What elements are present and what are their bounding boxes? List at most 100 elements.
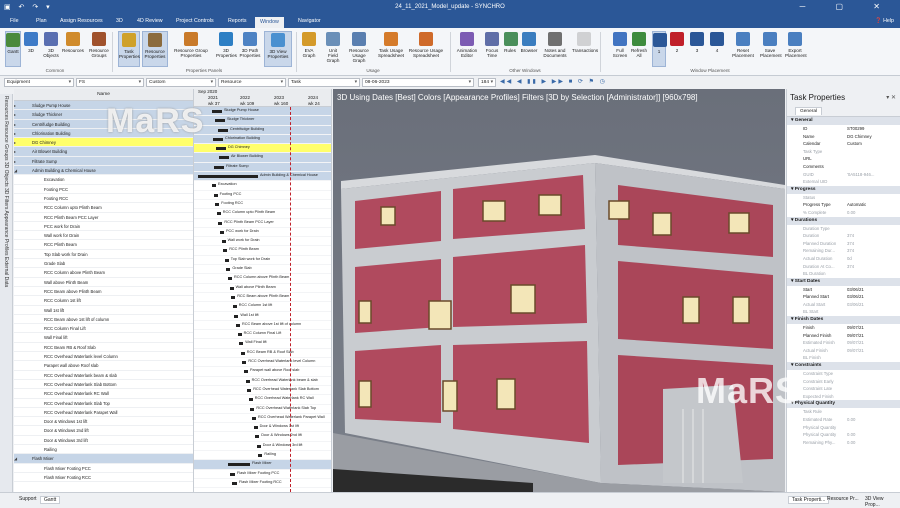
gantt-bar[interactable] [221,240,226,244]
property-section-header[interactable]: ▾ Progress [787,185,900,194]
property-row[interactable]: URL [787,155,900,163]
property-value[interactable]: 374 [847,232,854,240]
task-row[interactable]: Grade Slab [14,259,193,269]
gantt-bar[interactable] [230,472,235,476]
property-row[interactable]: Estimated Finish 09/07/21 [787,339,900,347]
tab-support[interactable]: Support [16,496,40,502]
tab-4d-review[interactable]: 4D Review [137,18,163,24]
custom-select[interactable]: Custom [146,78,216,87]
tab-3d-view-properties[interactable]: 3D View Prop... [862,496,900,508]
property-row[interactable]: Actual Duration 0d [787,255,900,263]
expand-icon[interactable]: ◢ [14,166,22,174]
side-tabs[interactable]: Resources Resource Groups 3D Objects 3D … [0,94,13,492]
property-section-header[interactable]: ▾ Start Dates [787,277,900,286]
property-row[interactable]: External UID [787,178,900,186]
expand-icon[interactable]: ◢ [14,454,22,462]
task-row[interactable]: Door & Windows 3rd lift [14,436,193,445]
task-row[interactable]: RCC Overhead Waterlank Slab Top [14,399,193,408]
property-value[interactable]: 0.00 [847,431,855,439]
task-row[interactable]: Wall 1st lift [14,306,193,315]
gantt-bar[interactable] [239,342,244,346]
ribbon-button-rules[interactable]: Rules [504,31,518,67]
task-row[interactable]: Door & Windows 1st lift [14,417,193,427]
building-model[interactable] [333,89,785,492]
gantt-bar[interactable] [216,212,221,216]
property-value[interactable]: Automatic [847,201,866,209]
ribbon-button-resource-properties[interactable]: Resource Properties [142,31,168,67]
gantt-bar[interactable] [219,156,229,160]
gantt-bar[interactable] [198,175,258,179]
ribbon-button-reset-placement[interactable]: Reset Placement [730,31,756,67]
gantt-bar[interactable] [252,416,256,420]
gantt-bar[interactable] [218,128,228,132]
property-row[interactable]: % Complete 0.00 [787,209,900,217]
gantt-bar[interactable] [224,258,229,262]
property-row[interactable]: Expected Finish [787,393,900,401]
ribbon-button-save-placement[interactable]: Save Placement [760,31,782,67]
gantt-bar[interactable] [229,286,234,290]
gantt-bar[interactable] [240,351,245,355]
ribbon-button-browser[interactable]: Browser [520,31,538,67]
gantt-bar[interactable] [245,379,250,383]
ribbon-button-full-screen[interactable]: Full Screen [612,31,628,67]
property-row[interactable]: Remaining Phy... 0.00 [787,439,900,447]
property-value[interactable]: 09/07/21 [847,347,864,355]
expand-icon[interactable]: ▸ [14,129,22,137]
gantt-bar[interactable] [218,221,223,225]
task-row[interactable]: RCC Beam RB & Roof Slab [14,343,193,353]
tab-navigator[interactable]: Navigator [298,18,321,24]
tab-plan[interactable]: Plan [36,18,47,24]
task-row[interactable]: RCC Column upto Plinth Beam [14,203,193,213]
tab-assign-resources[interactable]: Assign Resources [60,18,103,24]
gantt-bar[interactable] [215,119,225,123]
gantt-bar[interactable] [220,230,224,234]
property-value[interactable]: '0A5118-946... [847,171,875,179]
task-row[interactable]: ▸ Air Blower Building [14,147,193,157]
property-value[interactable]: 374 [847,247,854,255]
ribbon-button-eva-graph[interactable]: EVA Graph [298,31,320,67]
tab-window[interactable]: Window [255,17,284,28]
gantt-bar[interactable] [234,314,239,318]
equipment-select[interactable]: Equipment [4,78,74,87]
property-row[interactable]: Duration 374 [787,232,900,240]
task-row[interactable]: PCC work for Drain [14,222,193,232]
tab-general[interactable]: General [795,107,823,115]
property-row[interactable]: Duration Type [787,225,900,233]
gantt-bar[interactable] [213,193,218,197]
property-row[interactable]: Actual Finish 09/07/21 [787,347,900,355]
task-row[interactable]: Footing PCC [14,185,193,194]
gantt-chart[interactable]: Sep 2020 2021 2022 2023 2024 wk 37 wk 10… [194,89,332,492]
expand-icon[interactable]: ▸ [14,110,22,118]
expand-icon[interactable]: ▸ [14,101,22,109]
property-section-header[interactable]: ▾ Finish Dates [787,316,900,325]
expand-icon[interactable]: ▸ [14,147,22,155]
gantt-bar[interactable] [247,388,252,392]
zoom-field[interactable]: 184 [478,78,496,87]
property-row[interactable]: Start 03/06/21 [787,286,900,294]
ribbon-button-3d-path-properties[interactable]: 3D Path Properties [239,31,261,67]
expand-icon[interactable]: ▸ [14,120,22,128]
ribbon-button-2[interactable]: 2 [670,31,684,67]
ribbon-button-resource-groups[interactable]: Resource Groups [86,31,112,67]
gantt-bar[interactable] [236,323,240,327]
ribbon-button-resource-usage-graph[interactable]: Resource Usage Graph [346,31,372,67]
resource-select[interactable]: Resource [218,78,286,87]
task-row[interactable]: Wall work for Drain [14,231,193,241]
ribbon-button-transactions[interactable]: Transactions [572,31,598,67]
property-row[interactable]: GUID '0A5118-946... [787,171,900,179]
task-row[interactable]: Flash Mixer Footing PCC [14,464,193,473]
property-row[interactable]: Estimated Rate 0.00 [787,416,900,424]
gantt-bar[interactable] [215,202,220,206]
task-row[interactable]: RCC Plinth Beam PCC Layer [14,213,193,222]
gantt-bar[interactable] [258,453,263,457]
ribbon-button-3d-properties[interactable]: 3D Properties [216,31,237,67]
property-section-header[interactable]: ▾ Constraints [787,362,900,371]
date-field[interactable]: 08-06-2023 [362,78,474,87]
gantt-bar[interactable] [228,277,232,281]
property-row[interactable]: Name DG Chimney [787,133,900,141]
ribbon-button-3d[interactable]: 3D [24,31,38,67]
property-value[interactable]: 03/06/21 [847,301,864,309]
gantt-bar[interactable] [231,295,236,299]
tab-resource-properties[interactable]: Resource Pr... [824,496,862,502]
task-row[interactable]: RCC Column Final Lift [14,324,193,334]
